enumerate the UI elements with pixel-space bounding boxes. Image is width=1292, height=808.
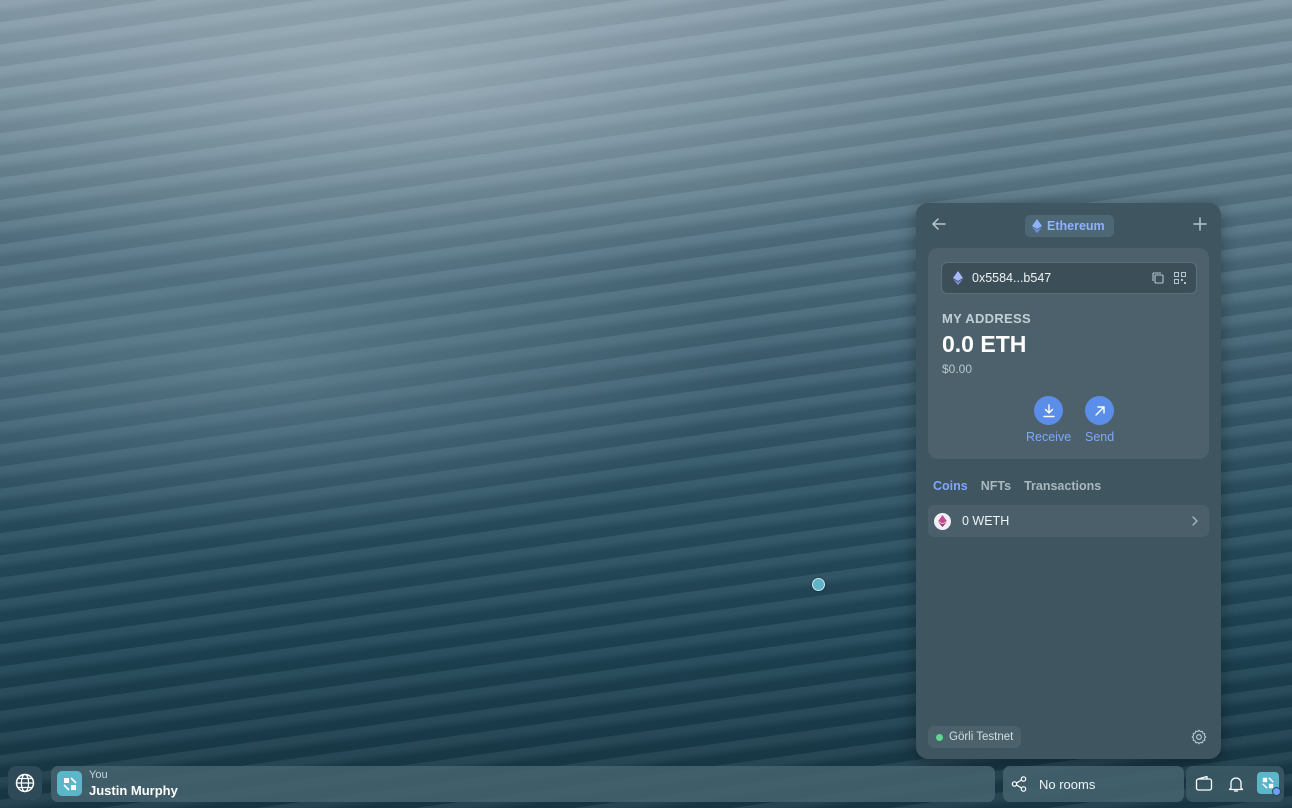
ethereum-icon <box>953 271 963 285</box>
send-button[interactable]: Send <box>1085 396 1114 444</box>
receive-circle <box>1034 396 1064 425</box>
send-circle <box>1085 396 1115 425</box>
address-label: MY ADDRESS <box>942 311 1031 326</box>
gear-icon[interactable] <box>1191 729 1207 745</box>
wallet-address: 0x5584...b547 <box>972 271 1052 285</box>
tab-coins[interactable]: Coins <box>933 479 968 493</box>
copy-icon[interactable] <box>1152 272 1164 284</box>
tab-nfts[interactable]: NFTs <box>981 479 1011 493</box>
download-icon <box>1042 403 1055 417</box>
user-caption: You <box>89 769 108 781</box>
status-dot <box>936 733 943 741</box>
ethereum-icon <box>1032 219 1042 233</box>
arrow-up-right-icon <box>1094 405 1105 416</box>
tray <box>1186 766 1284 802</box>
receive-label: Receive <box>1026 430 1072 444</box>
chevron-right-icon <box>1192 516 1198 526</box>
globe-button[interactable] <box>8 766 42 800</box>
coin-label: 0 WETH <box>962 514 1010 528</box>
rooms-button[interactable]: No rooms <box>1003 766 1184 802</box>
network-label: Ethereum <box>1047 219 1105 233</box>
testnet-badge[interactable]: Görli Testnet <box>928 726 1022 748</box>
status-dot <box>1272 787 1281 796</box>
receive-button[interactable]: Receive <box>1026 396 1071 444</box>
fiat-balance: $0.00 <box>942 362 973 376</box>
wallet-icon[interactable] <box>1195 775 1213 793</box>
eth-balance: 0.0 ETH <box>942 331 1027 357</box>
account-avatar[interactable] <box>1257 772 1281 796</box>
user-name: Justin Murphy <box>89 783 178 798</box>
wallet-tabs: Coins NFTs Transactions <box>933 479 1101 493</box>
tab-transactions[interactable]: Transactions <box>1024 479 1101 493</box>
rooms-label: No rooms <box>1039 776 1096 792</box>
globe-icon <box>15 773 35 793</box>
testnet-label: Görli Testnet <box>949 731 1014 743</box>
ethereum-icon <box>934 512 951 530</box>
plus-icon[interactable] <box>1191 215 1209 233</box>
back-arrow-icon[interactable] <box>930 215 948 233</box>
share-nodes-icon <box>1011 776 1027 792</box>
coin-row-weth[interactable]: 0 WETH <box>928 505 1209 537</box>
avatar <box>57 771 82 796</box>
address-field: 0x5584...b547 <box>941 262 1197 294</box>
wallet-panel: Ethereum 0x5584...b547 MY ADDRESS 0.0 ET… <box>916 203 1221 759</box>
bell-icon[interactable] <box>1227 775 1245 793</box>
wallet-header: Ethereum <box>916 203 1221 245</box>
network-selector[interactable]: Ethereum <box>1025 215 1114 237</box>
user-bar[interactable]: You Justin Murphy <box>51 766 995 802</box>
account-card: 0x5584...b547 MY ADDRESS 0.0 ETH $0.00 R… <box>928 248 1209 459</box>
pointer-cursor <box>812 578 825 591</box>
sigil-icon <box>62 776 77 791</box>
send-label: Send <box>1085 430 1115 444</box>
qr-code-icon[interactable] <box>1174 272 1186 284</box>
